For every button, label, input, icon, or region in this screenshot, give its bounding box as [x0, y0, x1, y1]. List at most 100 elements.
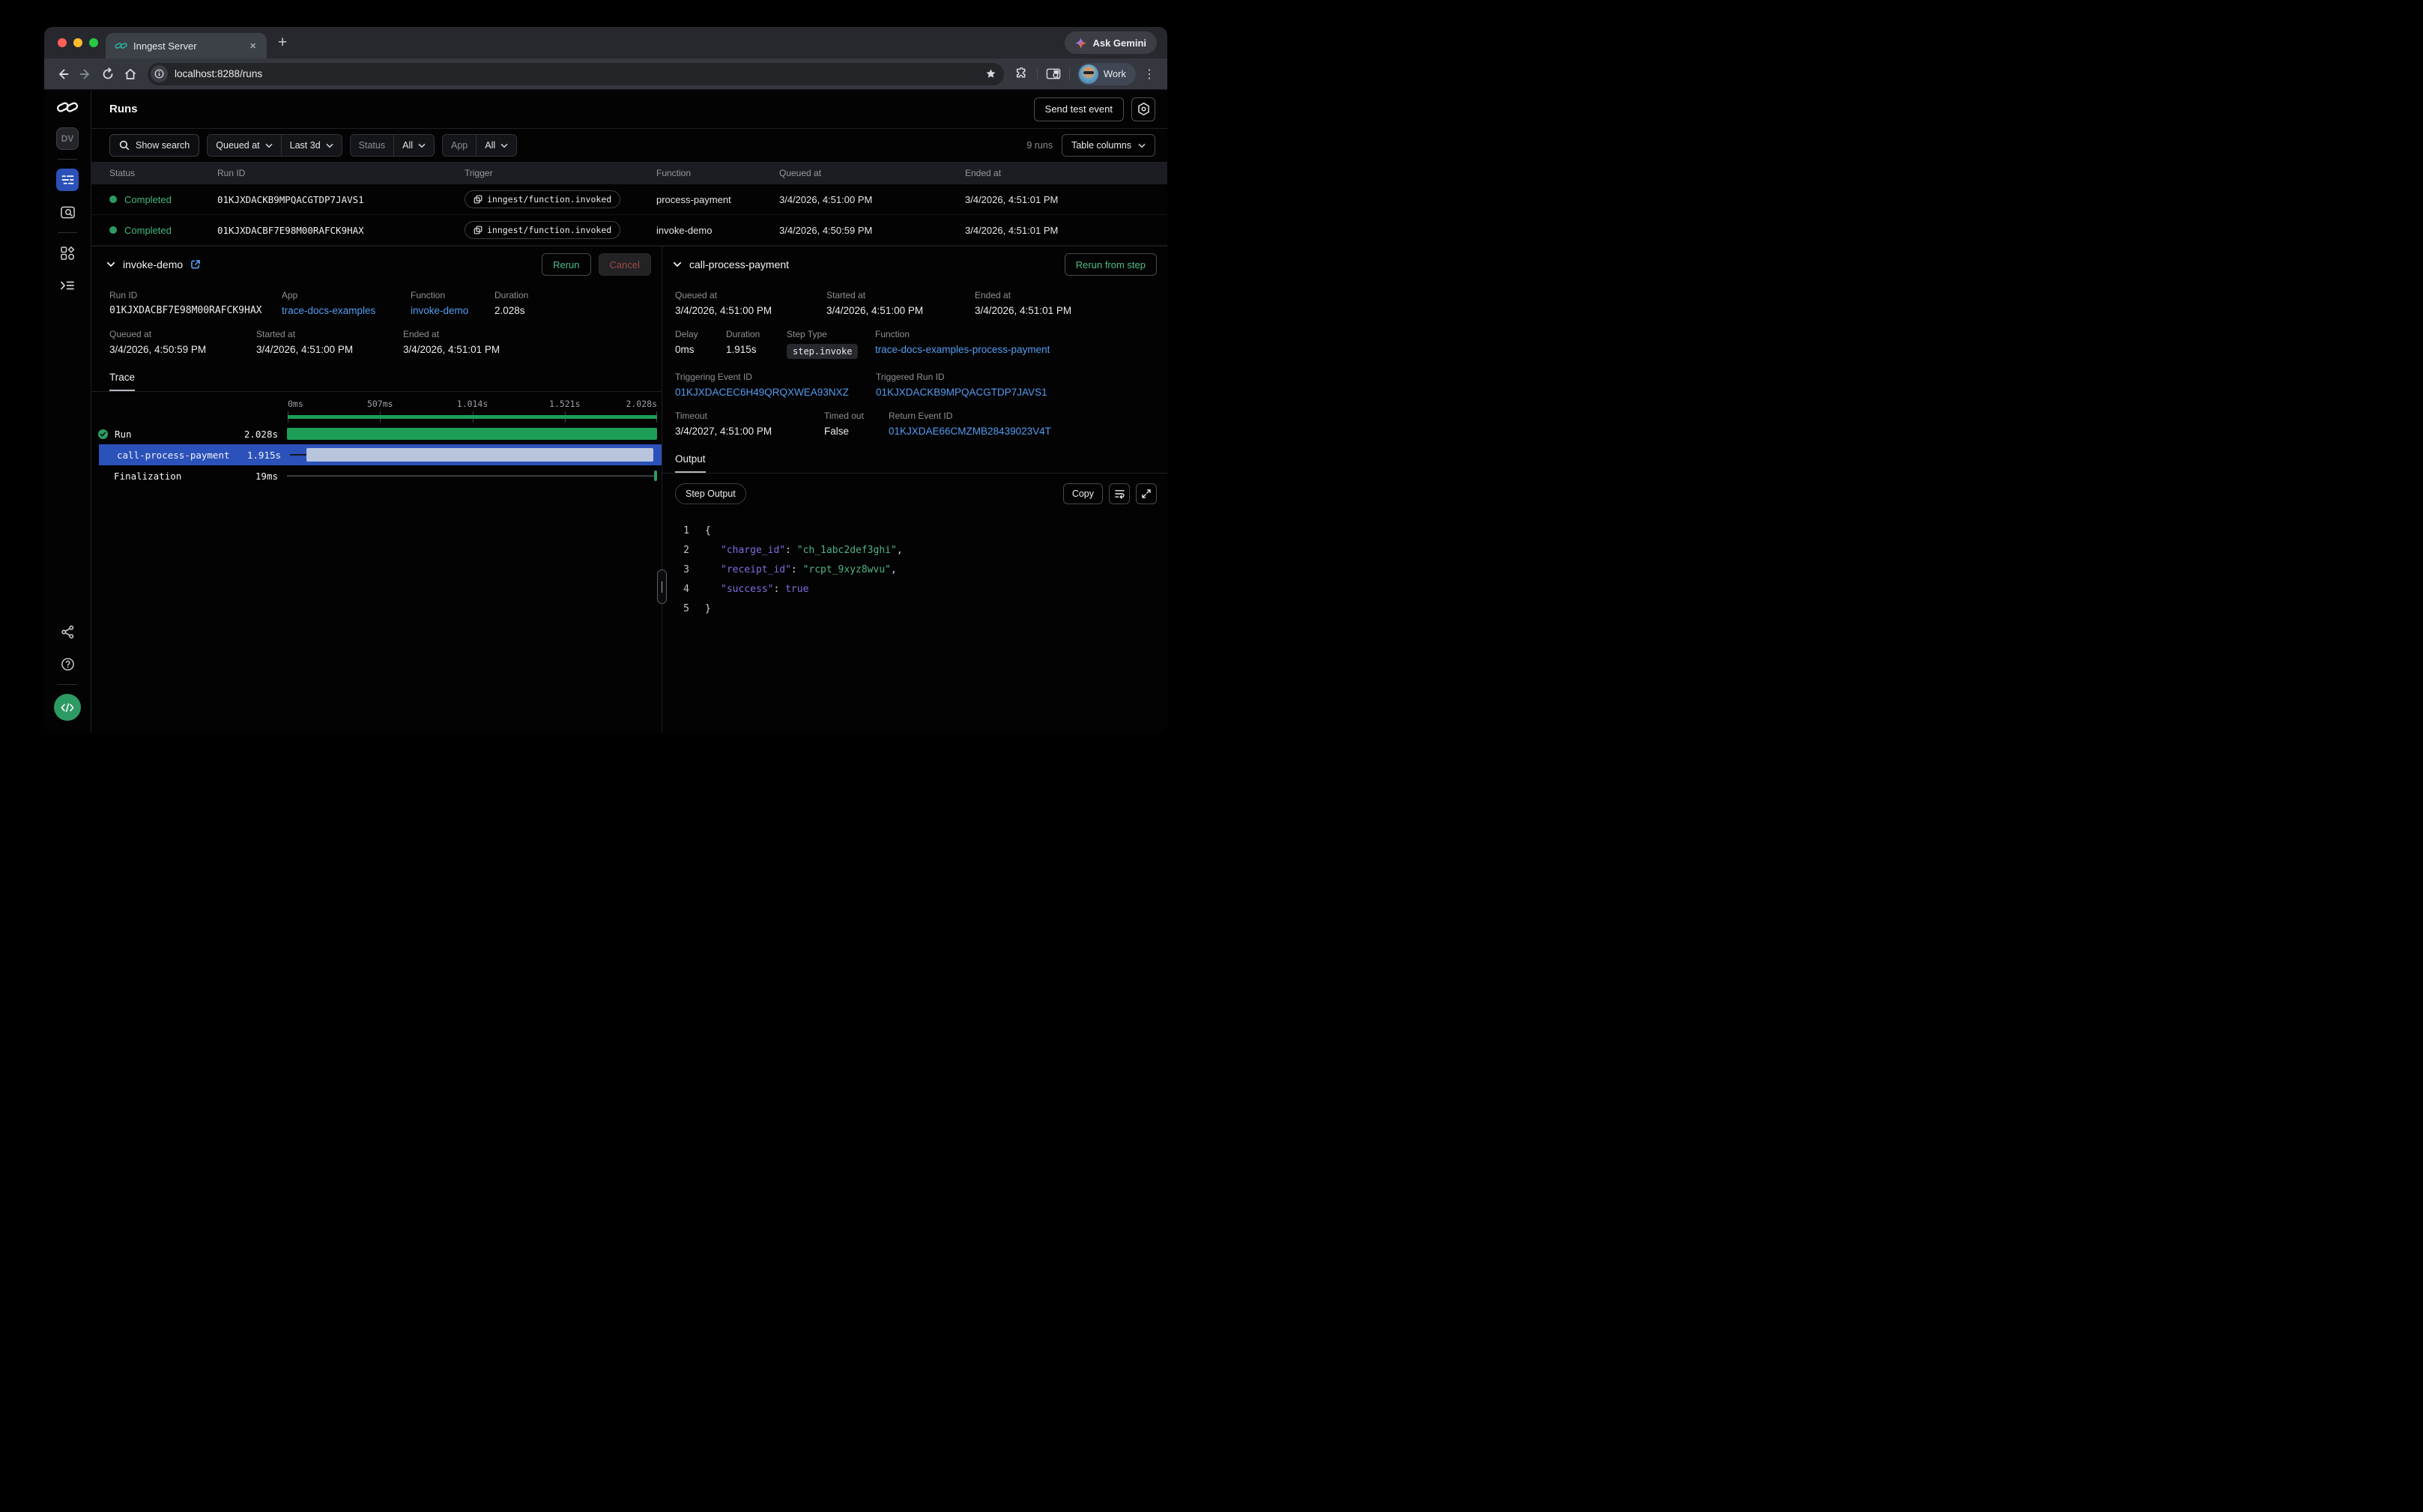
collapse-chevron-icon[interactable] [673, 261, 682, 267]
table-row[interactable]: Completed 01KJXDACKB9MPQACGTDP7JAVS1 inn… [91, 184, 1167, 215]
rerun-button[interactable]: Rerun [542, 253, 590, 276]
duration-value: 1.915s [726, 344, 778, 355]
run-id-value: 01KJXDACBF7E98M00RAFCK9HAX [109, 305, 273, 316]
trace-row-run[interactable]: Run 2.028s [91, 423, 662, 444]
trace-row-step-selected[interactable]: call-process-payment 1.915s [99, 444, 662, 465]
column-header-queued-at[interactable]: Queued at [779, 168, 965, 178]
trace-tabbar: Trace [91, 368, 662, 392]
workspace-badge[interactable]: DV [56, 127, 79, 150]
step-output-button[interactable]: Step Output [675, 483, 746, 504]
url-bar[interactable]: localhost:8288/runs [148, 63, 1004, 85]
started-at-label: Started at [256, 329, 394, 339]
triggering-event-id-link[interactable]: 01KJXDACEC6H49QRQXWEA93NXZ [675, 387, 867, 398]
ended-at-label: Ended at [975, 290, 1071, 300]
wrap-text-button[interactable] [1109, 483, 1130, 504]
inngest-logo-icon[interactable] [56, 100, 79, 115]
external-link-icon[interactable] [190, 259, 201, 270]
trace-bar-run[interactable] [287, 428, 657, 440]
site-info-icon[interactable] [151, 65, 168, 82]
chevron-down-icon [1138, 143, 1146, 148]
run-id: 01KJXDACKB9MPQACGTDP7JAVS1 [217, 194, 465, 205]
chevron-down-icon [326, 143, 333, 148]
column-header-run-id[interactable]: Run ID [217, 168, 465, 178]
event-icon [474, 195, 483, 204]
ruler-tick-label: 507ms [367, 399, 393, 409]
send-test-event-button[interactable]: Send test event [1034, 97, 1124, 121]
tab-trace[interactable]: Trace [109, 372, 135, 391]
profile-button[interactable]: Work [1077, 63, 1136, 85]
function-label: Function [411, 290, 485, 300]
bookmark-star-icon[interactable] [985, 68, 996, 79]
dev-mode-button[interactable] [54, 694, 81, 721]
status-dot [109, 196, 117, 203]
delay-value: 0ms [675, 344, 717, 355]
app-filter-label: App [443, 140, 476, 151]
queued-at-label: Queued at [109, 329, 247, 339]
browser-tab[interactable]: Inngest Server × [106, 33, 267, 58]
share-icon[interactable] [56, 620, 79, 643]
home-button[interactable] [119, 63, 142, 85]
sidebar-item-search[interactable] [56, 201, 79, 223]
code-line: 3"receipt_id": "rcpt_9xyz8wvu", [676, 560, 1167, 579]
pane-resize-handle[interactable] [657, 569, 667, 604]
table-row[interactable]: Completed 01KJXDACBF7E98M00RAFCK9HAX inn… [91, 215, 1167, 246]
extensions-icon[interactable] [1010, 63, 1032, 85]
copy-button[interactable]: Copy [1063, 483, 1103, 504]
trace-span-duration: 19ms [255, 471, 278, 482]
function-link[interactable]: invoke-demo [411, 305, 485, 316]
app-filter-dropdown[interactable]: All [477, 140, 516, 151]
queued-at-label: Queued at [675, 290, 817, 300]
column-header-status[interactable]: Status [109, 168, 217, 178]
sidebar-item-apps[interactable] [56, 242, 79, 264]
app-label: App [282, 290, 402, 300]
tab-strip: Inngest Server × + Ask Gemini [44, 27, 1167, 58]
ask-gemini-button[interactable]: Ask Gemini [1065, 31, 1157, 54]
wrap-text-icon [1114, 489, 1125, 499]
trace-bar-step[interactable] [306, 448, 653, 462]
column-header-trigger[interactable]: Trigger [465, 168, 656, 178]
settings-button[interactable] [1131, 97, 1155, 121]
app-link[interactable]: trace-docs-examples [282, 305, 402, 316]
minimize-window-button[interactable] [73, 38, 82, 47]
queued-at-value: 3/4/2026, 4:51:00 PM [675, 305, 817, 316]
side-panel-search-icon[interactable] [1042, 63, 1065, 85]
ruler-tick-label: 2.028s [626, 399, 657, 409]
url-text[interactable]: localhost:8288/runs [175, 68, 978, 79]
forward-button[interactable] [74, 63, 97, 85]
trigger-pill[interactable]: inngest/function.invoked [465, 190, 620, 208]
rerun-from-step-button[interactable]: Rerun from step [1065, 253, 1157, 276]
triggered-run-id-link[interactable]: 01KJXDACKB9MPQACGTDP7JAVS1 [876, 387, 1047, 398]
trace-bar-connector [290, 454, 306, 456]
table-columns-button[interactable]: Table columns [1062, 134, 1155, 157]
collapse-chevron-icon[interactable] [106, 261, 115, 267]
help-icon[interactable] [56, 653, 79, 675]
new-tab-icon[interactable]: + [278, 34, 287, 52]
back-button[interactable] [52, 63, 74, 85]
run-id-label: Run ID [109, 290, 273, 300]
expand-button[interactable] [1136, 483, 1157, 504]
queued-at-dropdown[interactable]: Queued at [208, 140, 280, 151]
zoom-window-button[interactable] [89, 38, 98, 47]
time-range-dropdown[interactable]: Last 3d [282, 140, 342, 151]
cancel-button[interactable]: Cancel [599, 253, 651, 276]
overview-run-bar [288, 415, 657, 419]
show-search-button[interactable]: Show search [109, 134, 199, 157]
function-link[interactable]: trace-docs-examples-process-payment [875, 344, 1050, 355]
trace-bar-finalization[interactable] [654, 471, 657, 481]
close-window-button[interactable] [58, 38, 67, 47]
tab-output[interactable]: Output [675, 453, 706, 473]
return-event-id-link[interactable]: 01KJXDAE66CMZMB28439023V4T [889, 426, 1051, 437]
trace-timeline: 0ms 507ms 1.014s 1.521s 2.028s [91, 392, 662, 486]
ended-at-value: 3/4/2026, 4:51:01 PM [965, 225, 1167, 236]
trigger-pill[interactable]: inngest/function.invoked [465, 221, 620, 239]
status-filter-dropdown[interactable]: All [394, 140, 434, 151]
trace-track-line [287, 475, 657, 477]
trace-row-finalization[interactable]: Finalization 19ms [91, 465, 662, 486]
sidebar-item-runs[interactable] [56, 169, 79, 191]
browser-menu-icon[interactable]: ⋮ [1139, 67, 1160, 82]
close-tab-icon[interactable]: × [246, 39, 259, 53]
reload-button[interactable] [97, 63, 119, 85]
column-header-ended-at[interactable]: Ended at [965, 168, 1167, 178]
column-header-function[interactable]: Function [656, 168, 779, 178]
sidebar-item-terminal[interactable] [56, 274, 79, 297]
